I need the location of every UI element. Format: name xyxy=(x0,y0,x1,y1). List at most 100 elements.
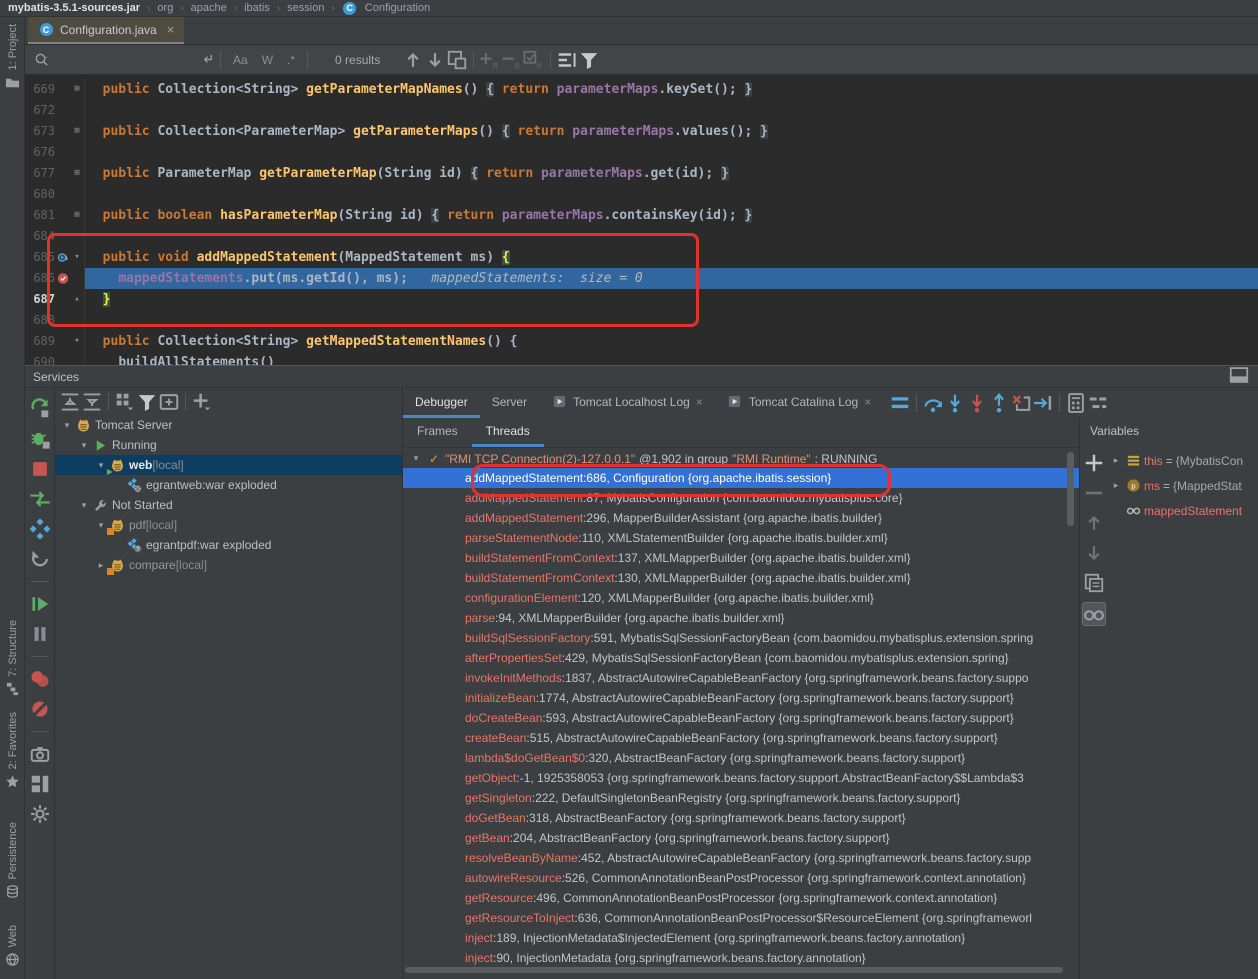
toggle-occurrence-button[interactable]: II xyxy=(523,49,545,71)
code-line[interactable]: 677⊞ public ParameterMap getParameterMap… xyxy=(25,163,1258,184)
code-line[interactable]: 680 xyxy=(25,184,1258,205)
fold-marker[interactable]: ⊞ xyxy=(71,205,83,226)
fold-marker[interactable]: ▾ xyxy=(71,247,83,268)
chevron-right-icon[interactable]: ▸ xyxy=(1110,455,1122,466)
editor-gutter[interactable]: 685▾ xyxy=(25,247,85,268)
tab-debugger[interactable]: Debugger xyxy=(403,388,480,418)
move-up-button[interactable] xyxy=(1083,512,1105,534)
arrow-up-button[interactable] xyxy=(402,49,424,71)
stack-frame-row[interactable]: inject:189, InjectionMetadata$InjectedEl… xyxy=(403,928,1079,948)
expand-all-button[interactable] xyxy=(81,391,103,413)
group-by-button[interactable] xyxy=(114,391,136,413)
code-line[interactable]: 673⊞ public Collection<ParameterMap> get… xyxy=(25,121,1258,142)
stack-frame-row[interactable]: createBean:515, AbstractAutowireCapableB… xyxy=(403,728,1079,748)
breadcrumb-item[interactable]: ibatis xyxy=(244,2,270,14)
mute-breakpoints-button[interactable] xyxy=(29,698,51,720)
stack-frame-row[interactable]: addMappedStatement:296, MapperBuilderAss… xyxy=(403,508,1079,528)
camera-button[interactable] xyxy=(29,743,51,765)
chevron-down-icon[interactable]: ▾ xyxy=(59,420,75,431)
breadcrumb-item[interactable]: session xyxy=(287,2,324,14)
editor-gutter[interactable]: 681⊞ xyxy=(25,205,85,226)
stack-frame-row[interactable]: initializeBean:1774, AbstractAutowireCap… xyxy=(403,688,1079,708)
code-line[interactable]: 686 mappedStatements.put(ms.getId(), ms)… xyxy=(25,268,1258,289)
editor-gutter[interactable]: 687▴ xyxy=(25,289,85,310)
tab-close-icon[interactable]: × xyxy=(167,22,175,37)
watches-toggle-button[interactable] xyxy=(1082,602,1106,626)
step-over-button[interactable] xyxy=(922,392,944,414)
tab-close-icon[interactable]: × xyxy=(864,395,871,409)
stack-frame-row[interactable]: getResource:496, CommonAnnotationBeanPos… xyxy=(403,888,1079,908)
newline-arrow-icon[interactable] xyxy=(199,52,215,68)
view-breakpoints-button[interactable] xyxy=(29,668,51,690)
remove-watch-button[interactable] xyxy=(1083,482,1105,504)
stack-frame-row[interactable]: parse:94, XMLMapperBuilder {org.apache.i… xyxy=(403,608,1079,628)
run-to-cursor-button[interactable] xyxy=(1032,392,1054,414)
chevron-down-icon[interactable]: ▾ xyxy=(409,453,423,464)
tab-tomcat-catalina-log[interactable]: Tomcat Catalina Log× xyxy=(715,388,883,418)
variable-row[interactable]: mappedStatement xyxy=(1110,498,1258,523)
fold-marker[interactable]: ⊞ xyxy=(71,79,83,100)
stack-frame-row[interactable]: parseStatementNode:110, XMLStatementBuil… xyxy=(403,528,1079,548)
filter-funnel-button[interactable] xyxy=(578,49,600,71)
code-line[interactable]: 687▴ } xyxy=(25,289,1258,310)
code-line[interactable]: 681⊞ public boolean hasParameterMap(Stri… xyxy=(25,205,1258,226)
chevron-down-icon[interactable]: ▾ xyxy=(76,440,92,451)
duplicate-button[interactable] xyxy=(1083,572,1105,594)
chevron-down-icon[interactable]: ▾ xyxy=(76,500,92,511)
search-magnifier-icon[interactable] xyxy=(33,52,49,68)
step-out-button[interactable] xyxy=(988,392,1010,414)
stack-frame-row[interactable]: getObject:-1, 1925358053 {org.springfram… xyxy=(403,768,1079,788)
code-line[interactable]: 672 xyxy=(25,100,1258,121)
force-step-into-button[interactable] xyxy=(966,392,988,414)
stack-frame-row[interactable]: buildStatementFromContext:137, XMLMapper… xyxy=(403,548,1079,568)
stack-frame-row[interactable]: resolveBeanByName:452, AbstractAutowireC… xyxy=(403,848,1079,868)
code-line[interactable]: 676 xyxy=(25,142,1258,163)
service-tree-item[interactable]: ▸compare [local] xyxy=(55,555,402,575)
tab-frames[interactable]: Frames xyxy=(403,418,472,447)
diamonds-button[interactable] xyxy=(29,518,51,540)
tab-close-icon[interactable]: × xyxy=(696,395,703,409)
code-line[interactable]: 688 xyxy=(25,310,1258,331)
editor-gutter[interactable]: 669⊞ xyxy=(25,79,85,100)
tool-stripe-favorites-star[interactable]: 2: Favorites xyxy=(0,712,25,789)
editor-gutter[interactable]: 690 xyxy=(25,352,85,365)
tool-stripe-structure[interactable]: 7: Structure xyxy=(0,620,25,697)
remove-occurrence-button[interactable]: II xyxy=(501,49,523,71)
arrow-down-button[interactable] xyxy=(424,49,446,71)
thread-header-row[interactable]: ▾✓"RMI TCP Connection(2)-127.0.0.1"@1,90… xyxy=(403,449,1079,468)
breadcrumb-item[interactable]: apache xyxy=(191,2,227,14)
move-down-button[interactable] xyxy=(1083,542,1105,564)
add-occurrence-button[interactable]: II xyxy=(479,49,501,71)
breadcrumb-item[interactable]: mybatis-3.5.1-sources.jar xyxy=(8,2,140,14)
match-case-toggle[interactable]: Aa xyxy=(233,53,248,67)
breakpoint-verified-icon[interactable] xyxy=(56,272,70,286)
service-tree-item[interactable]: ?egrantpdf:war exploded xyxy=(55,535,402,555)
stack-frame-row[interactable]: addMappedStatement:87, MybatisConfigurat… xyxy=(403,488,1079,508)
code-line[interactable]: 685▾ public void addMappedStatement(Mapp… xyxy=(25,247,1258,268)
breadcrumb-item[interactable]: Configuration xyxy=(365,2,430,14)
editor-gutter[interactable]: 686 xyxy=(25,268,85,289)
stack-frame-row[interactable]: doGetBean:318, AbstractBeanFactory {org.… xyxy=(403,808,1079,828)
editor-gutter[interactable]: 684 xyxy=(25,226,85,247)
tool-stripe-persistence[interactable]: Persistence xyxy=(0,822,25,899)
service-tree-item[interactable]: ▾web [local] xyxy=(55,455,402,475)
drop-frame-button[interactable] xyxy=(1010,392,1032,414)
filter-lines-button[interactable] xyxy=(556,49,578,71)
tab-server[interactable]: Server xyxy=(480,388,539,418)
stack-frame-row[interactable]: getResourceToInject:636, CommonAnnotatio… xyxy=(403,908,1079,928)
select-occurrences-button[interactable] xyxy=(446,49,468,71)
rerun-button[interactable] xyxy=(29,398,51,420)
stack-frame-row[interactable]: addMappedStatement:686, Configuration {o… xyxy=(403,468,1079,488)
regex-toggle[interactable]: .* xyxy=(287,53,295,67)
settings-gear-button[interactable] xyxy=(29,803,51,825)
layout-small-button[interactable] xyxy=(1087,392,1109,414)
frames-horizontal-scrollbar[interactable] xyxy=(405,967,1063,973)
code-line[interactable]: 669⊞ public Collection<String> getParame… xyxy=(25,79,1258,100)
editor-gutter[interactable]: 688 xyxy=(25,310,85,331)
resume-button[interactable] xyxy=(29,593,51,615)
code-editor[interactable]: 669⊞ public Collection<String> getParame… xyxy=(25,75,1258,365)
add-watch-button[interactable] xyxy=(1083,452,1105,474)
stack-frame-row[interactable]: autowireResource:526, CommonAnnotationBe… xyxy=(403,868,1079,888)
layout-button[interactable] xyxy=(29,773,51,795)
fold-marker[interactable]: ▴ xyxy=(71,289,83,310)
